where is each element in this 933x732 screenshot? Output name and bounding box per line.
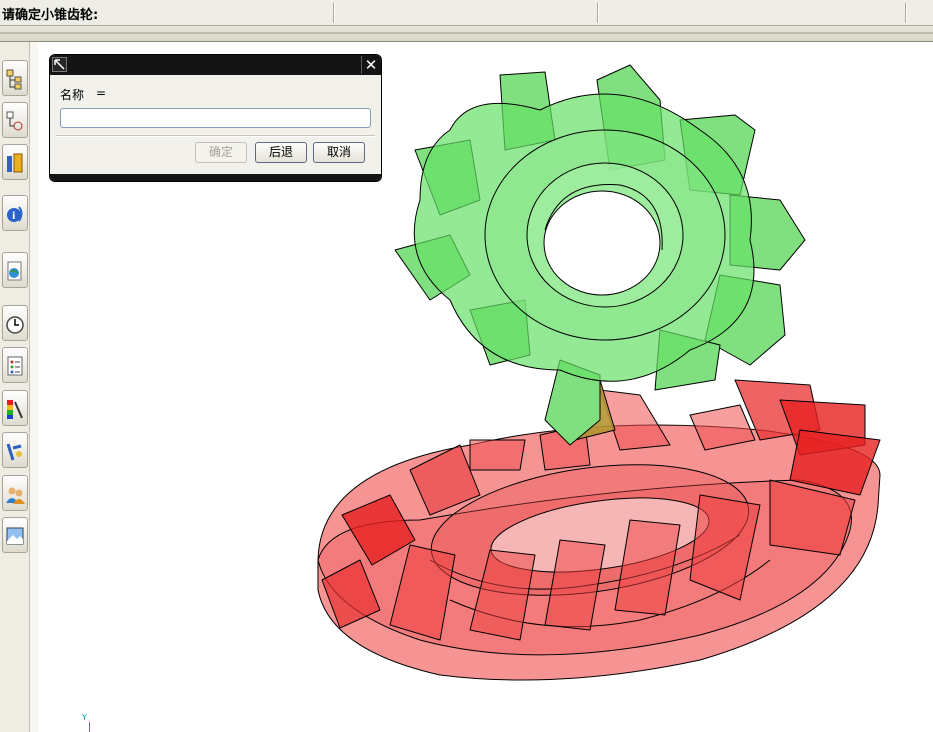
status-divider (597, 3, 598, 23)
resource-bar: i (0, 42, 39, 732)
prompt-divider (333, 3, 334, 23)
cancel-button[interactable]: 取消 (313, 142, 365, 163)
reuse-library-button[interactable] (2, 144, 28, 180)
name-input[interactable] (60, 108, 371, 128)
axis-triad-y-line (89, 722, 90, 732)
roles-info-button[interactable]: i (2, 195, 28, 231)
constraint-navigator-button[interactable] (2, 102, 28, 138)
graphics-window-header (0, 26, 933, 42)
close-icon[interactable]: ✕ (361, 56, 380, 74)
name-label: 名称 (60, 88, 85, 102)
roles-button[interactable] (2, 475, 28, 511)
process-navigator-button[interactable] (2, 347, 28, 383)
ok-button[interactable]: 确定 (195, 142, 247, 163)
system-materials-button[interactable] (2, 432, 28, 468)
prompt-text: 请确定小锥齿轮: (2, 8, 99, 23)
status-divider-end (905, 3, 906, 23)
back-button[interactable]: 后退 (255, 142, 307, 163)
prompt-bar: 请确定小锥齿轮: (0, 0, 933, 26)
image-gallery-button[interactable] (2, 517, 28, 553)
palette-button[interactable] (2, 390, 28, 426)
history-button[interactable] (2, 305, 28, 341)
web-browser-button[interactable] (2, 252, 28, 288)
svg-text:i: i (12, 211, 15, 222)
dialog-title-bar[interactable]: ✕ (50, 55, 381, 75)
name-dialog: ✕ 名称 = 确定 后退 取消 (49, 54, 382, 182)
equals-sign: = (96, 86, 107, 100)
dialog-divider (56, 135, 375, 137)
dialog-grip-icon[interactable] (52, 57, 67, 72)
dialog-bottom-bar (50, 174, 381, 181)
axis-triad-y-label: Y (82, 713, 87, 722)
assembly-navigator-button[interactable] (2, 60, 28, 96)
